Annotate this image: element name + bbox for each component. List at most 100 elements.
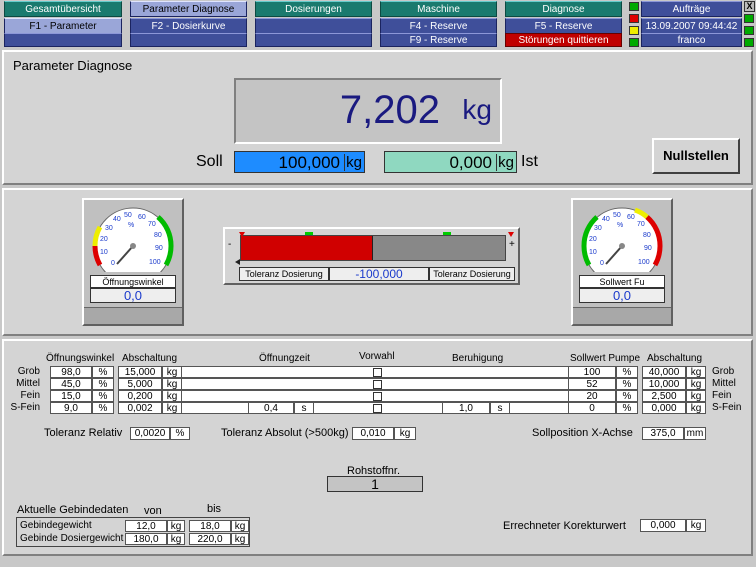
gebinde-dosiergewicht-label: Gebinde Dosiergewicht — [20, 533, 124, 544]
nav-f7-empty[interactable] — [130, 33, 247, 47]
param-kg2: kg — [686, 366, 706, 378]
param-kg2: kg — [686, 390, 706, 402]
param-absch[interactable]: 5,000 — [118, 378, 162, 390]
datetime-display: 13.09.2007 09:44:42 — [641, 18, 742, 34]
param-pct2: % — [616, 390, 638, 402]
param-s: s — [294, 402, 314, 414]
status-lamp-green-3 — [744, 14, 754, 23]
gauge-tick: 30 — [594, 225, 602, 232]
param-pumpe[interactable]: 0 — [568, 402, 616, 414]
vorwahl-checkbox[interactable] — [373, 404, 382, 413]
param-ber[interactable] — [442, 366, 490, 378]
nav-f1-parameter[interactable]: F1 - Parameter — [4, 18, 122, 34]
param-name: Grob — [17, 366, 40, 377]
gebindegewicht-bis[interactable]: 18,0 — [189, 520, 231, 532]
nav-diagnose[interactable]: Diagnose — [505, 1, 622, 17]
param-zeit[interactable] — [248, 378, 294, 390]
param-absch[interactable]: 15,000 — [118, 366, 162, 378]
nav-f8-empty[interactable] — [255, 33, 372, 47]
stoerungen-quittieren-button[interactable]: Störungen quittieren — [505, 33, 622, 47]
param-s2 — [490, 390, 510, 402]
gauge-tick: 70 — [148, 221, 156, 228]
gauge-base — [573, 307, 671, 324]
param-absch[interactable]: 0,200 — [118, 390, 162, 402]
status-lamp-yellow — [629, 26, 639, 35]
param-s — [294, 366, 314, 378]
nav-f4-reserve[interactable]: F4 - Reserve — [380, 18, 497, 34]
gauge-tick: 0 — [600, 260, 604, 267]
soll-display: 100,000 kg — [234, 151, 365, 173]
gauge-tick: 80 — [643, 232, 651, 239]
param-winkel[interactable]: 45,0 — [50, 378, 92, 390]
vorwahl-checkbox[interactable] — [373, 392, 382, 401]
status-lamp-green-4 — [744, 26, 754, 35]
param-winkel[interactable]: 9,0 — [50, 402, 92, 414]
nav-gesamtuebersicht[interactable]: Gesamtübersicht — [4, 1, 122, 17]
vorwahl-checkbox[interactable] — [373, 368, 382, 377]
toleranz-relativ-field[interactable]: 0,0020 — [130, 427, 170, 440]
gebinde-title: Aktuelle Gebindedaten — [17, 504, 129, 516]
param-ber[interactable] — [442, 378, 490, 390]
header-sollwert-pumpe: Sollwert Pumpe — [570, 353, 641, 364]
gebinde-dosiergewicht-von[interactable]: 180,0 — [125, 533, 167, 545]
bar-marker-left — [239, 232, 245, 237]
nav-dosierungen[interactable]: Dosierungen — [255, 1, 372, 17]
param-absch2[interactable]: 0,000 — [642, 402, 686, 414]
param-ber[interactable] — [442, 390, 490, 402]
nullstellen-button[interactable]: Nullstellen — [652, 138, 740, 174]
vorwahl-checkbox[interactable] — [373, 380, 382, 389]
param-pumpe[interactable]: 52 — [568, 378, 616, 390]
gauge-dial: 010 20 304050 6070 80 90 100% — [581, 207, 663, 272]
gauge-base — [84, 307, 182, 324]
gebinde-von-header: von — [144, 505, 162, 517]
nav-f9-reserve[interactable]: F9 - Reserve — [380, 33, 497, 47]
param-pumpe[interactable]: 20 — [568, 390, 616, 402]
param-pct2: % — [616, 402, 638, 414]
nav-maschine[interactable]: Maschine — [380, 1, 497, 17]
nav-f3-empty[interactable] — [255, 18, 372, 34]
bar-marker-green-right — [443, 232, 451, 235]
param-pumpe[interactable]: 100 — [568, 366, 616, 378]
toleranz-absolut-field[interactable]: 0,010 — [352, 427, 394, 440]
nav-f5-reserve[interactable]: F5 - Reserve — [505, 18, 622, 34]
status-lamp-red — [629, 14, 639, 23]
nav-auftraege[interactable]: Aufträge — [641, 1, 742, 17]
param-kg: kg — [162, 390, 182, 402]
param-absch2[interactable]: 10,000 — [642, 378, 686, 390]
close-icon[interactable]: X — [744, 1, 755, 12]
param-absch2[interactable]: 40,000 — [642, 366, 686, 378]
sollwert-fu-label: Sollwert Fu — [579, 275, 665, 288]
gauge-tick: 0 — [111, 260, 115, 267]
param-zeit[interactable] — [248, 366, 294, 378]
param-absch2[interactable]: 2,500 — [642, 390, 686, 402]
param-zeit[interactable]: 0,4 — [248, 402, 294, 414]
param-kg: kg — [162, 366, 182, 378]
toleranz-bar-value: -100,000 — [329, 267, 429, 281]
param-name: Mittel — [16, 378, 40, 389]
nav-parameter-diagnose[interactable]: Parameter Diagnose — [130, 1, 247, 17]
param-ber[interactable]: 1,0 — [442, 402, 490, 414]
header-abschaltung: Abschaltung — [122, 353, 178, 364]
param-zeit[interactable] — [248, 390, 294, 402]
nav-f6-empty[interactable] — [4, 33, 122, 47]
param-winkel[interactable]: 98,0 — [50, 366, 92, 378]
nav-f2-dosierkurve[interactable]: F2 - Dosierkurve — [130, 18, 247, 34]
sollposition-label: Sollposition X-Achse — [532, 427, 633, 439]
param-pct: % — [92, 402, 114, 414]
header-oeffnungswinkel: Öffnungswinkel — [46, 353, 115, 364]
sollposition-field[interactable]: 375,0 — [642, 427, 684, 440]
gauge-tick: 10 — [100, 249, 108, 256]
param-s2 — [490, 378, 510, 390]
soll-value: 100,000 — [278, 153, 340, 172]
gebindegewicht-von[interactable]: 12,0 — [125, 520, 167, 532]
toleranz-bar-fill — [241, 236, 373, 260]
gebinde-dosiergewicht-von-unit: kg — [167, 533, 185, 545]
param-kg: kg — [162, 378, 182, 390]
bar-plus: + — [509, 239, 515, 250]
param-absch[interactable]: 0,002 — [118, 402, 162, 414]
ist-value: 0,000 — [449, 153, 492, 172]
status-lamp-green — [629, 2, 639, 11]
gebinde-dosiergewicht-bis[interactable]: 220,0 — [189, 533, 231, 545]
param-winkel[interactable]: 15,0 — [50, 390, 92, 402]
sollposition-unit: mm — [684, 427, 706, 440]
